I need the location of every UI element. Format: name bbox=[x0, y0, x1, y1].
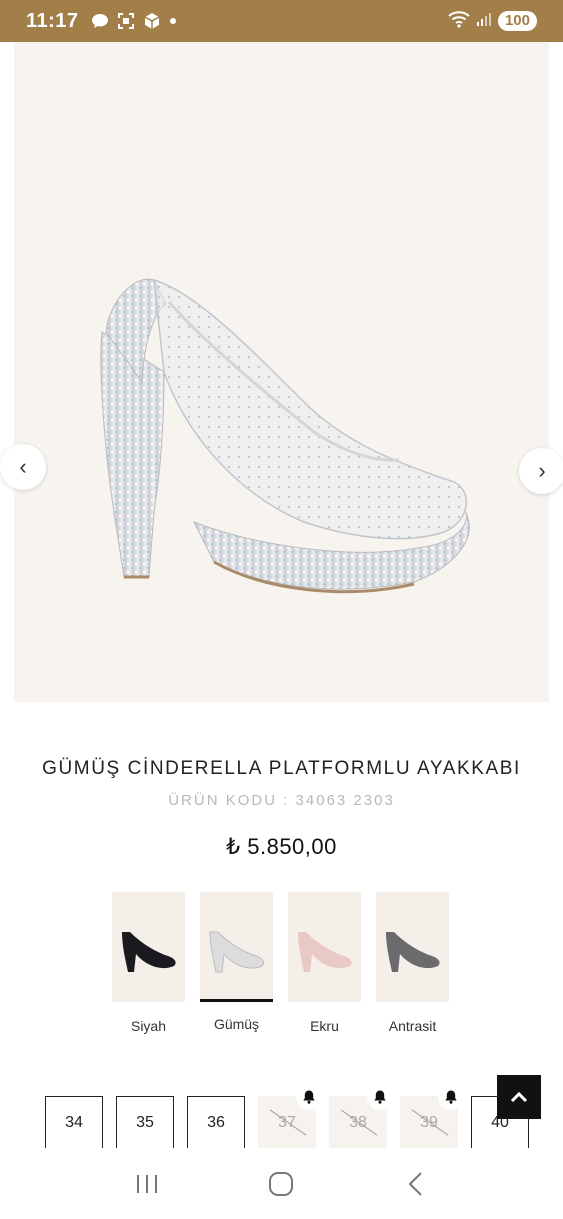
gallery-prev-button[interactable]: ‹ bbox=[0, 444, 46, 490]
color-option-ekru[interactable]: Ekru bbox=[288, 892, 361, 1034]
status-time: 11:17 bbox=[26, 9, 79, 32]
home-icon bbox=[269, 1171, 294, 1196]
color-label: Antrasit bbox=[388, 1018, 437, 1034]
battery-indicator: 100 bbox=[497, 11, 537, 31]
chevron-right-icon: › bbox=[538, 458, 546, 483]
silver-platform-heel-image bbox=[100, 278, 470, 594]
color-thumbnail bbox=[288, 892, 361, 1002]
gallery-next-button[interactable]: › bbox=[519, 448, 563, 494]
chevron-up-icon bbox=[510, 1091, 528, 1103]
product-gallery[interactable]: ‹ › bbox=[0, 42, 563, 702]
color-thumbnail bbox=[200, 892, 273, 1002]
status-right-group: 100 bbox=[448, 10, 537, 33]
color-option-antrasit[interactable]: Antrasit bbox=[376, 892, 449, 1034]
bell-icon[interactable] bbox=[438, 1084, 464, 1110]
bell-icon[interactable] bbox=[296, 1084, 322, 1110]
color-options: Siyah Gümüş Ekru Antrasit bbox=[112, 892, 449, 1034]
color-option-siyah[interactable]: Siyah bbox=[112, 892, 185, 1034]
shoe-thumbnail-icon bbox=[122, 932, 176, 972]
size-option-unavailable[interactable]: 39 bbox=[400, 1084, 464, 1150]
chat-icon bbox=[91, 13, 109, 29]
home-button[interactable] bbox=[251, 1164, 311, 1204]
shoe-thumbnail-icon bbox=[298, 932, 352, 972]
recent-apps-button[interactable] bbox=[117, 1164, 177, 1204]
bell-icon[interactable] bbox=[367, 1084, 393, 1110]
product-code: ÜRÜN KODU : 34063 2303 bbox=[168, 792, 395, 809]
size-option-unavailable[interactable]: 38 bbox=[329, 1084, 393, 1150]
size-label: 34 bbox=[65, 1114, 83, 1131]
color-thumbnail bbox=[112, 892, 185, 1002]
size-options: 34 35 36 37 38 39 40 bbox=[45, 1084, 529, 1150]
color-option-gumus[interactable]: Gümüş bbox=[200, 892, 273, 1034]
status-notification-icons bbox=[91, 12, 177, 30]
size-label: 36 bbox=[207, 1114, 225, 1131]
recent-apps-icon bbox=[137, 1174, 158, 1193]
size-option[interactable]: 36 bbox=[187, 1096, 245, 1150]
shoe-thumbnail-icon bbox=[209, 931, 265, 973]
size-option[interactable]: 34 bbox=[45, 1096, 103, 1150]
back-button[interactable] bbox=[386, 1164, 446, 1204]
product-title: GÜMÜŞ CİNDERELLA PLATFORMLU AYAKKABI bbox=[42, 758, 521, 779]
chevron-left-icon: ‹ bbox=[19, 454, 27, 479]
back-icon bbox=[408, 1171, 422, 1196]
shoe-thumbnail-icon bbox=[386, 932, 440, 972]
signal-icon bbox=[476, 11, 492, 32]
dot-icon bbox=[169, 17, 177, 25]
wifi-icon bbox=[448, 10, 470, 33]
screenshot-icon bbox=[117, 12, 135, 30]
color-label: Ekru bbox=[310, 1018, 339, 1034]
product-price: ₺ 5.850,00 bbox=[226, 834, 337, 859]
size-option-unavailable[interactable]: 37 bbox=[258, 1084, 322, 1150]
size-label: 35 bbox=[136, 1114, 154, 1131]
size-option[interactable]: 35 bbox=[116, 1096, 174, 1150]
package-icon bbox=[143, 12, 161, 30]
color-thumbnail bbox=[376, 892, 449, 1002]
color-label: Siyah bbox=[130, 1018, 167, 1034]
status-bar: 11:17 100 bbox=[0, 0, 563, 42]
color-label: Gümüş bbox=[213, 1016, 260, 1032]
back-to-top-button[interactable] bbox=[497, 1075, 541, 1119]
system-navigation-bar bbox=[0, 1148, 563, 1219]
